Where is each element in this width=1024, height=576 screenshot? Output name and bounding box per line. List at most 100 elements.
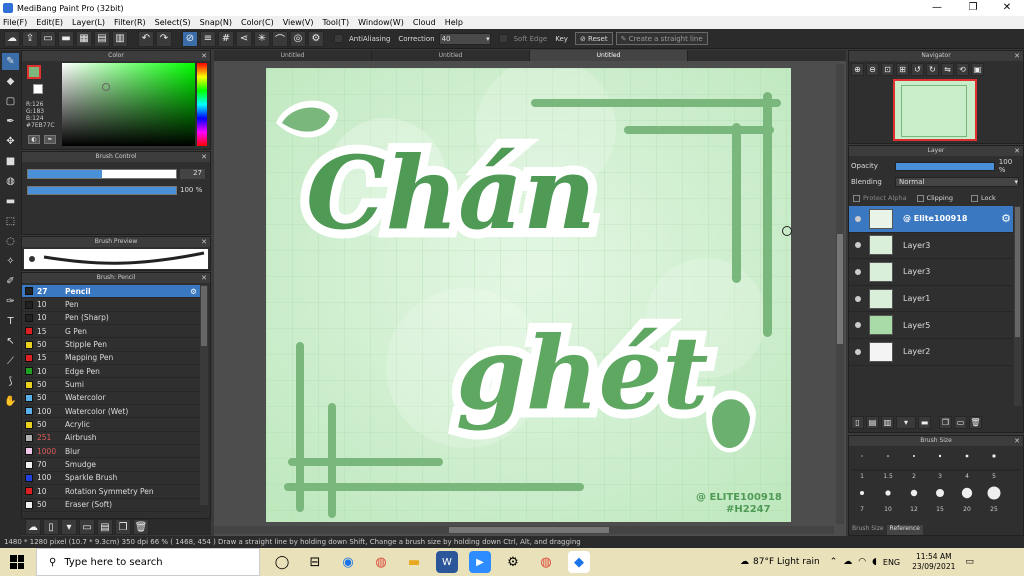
- brush-size-value[interactable]: 27: [180, 169, 205, 179]
- menu-color[interactable]: Color(C): [241, 18, 274, 27]
- rotate-left-icon[interactable]: ↺: [911, 63, 924, 76]
- add-brush-icon[interactable]: ▯: [43, 519, 59, 535]
- add-layer-icon[interactable]: ▯: [851, 415, 864, 429]
- clock[interactable]: 11:54 AM 23/09/2021: [912, 552, 955, 572]
- menu-view[interactable]: View(V): [283, 18, 314, 27]
- lasso-tool-icon[interactable]: ◌: [2, 233, 19, 250]
- eye-icon[interactable]: [855, 215, 861, 222]
- operation-tool-icon[interactable]: ↖: [2, 333, 19, 350]
- medibang-icon[interactable]: ◆: [568, 551, 590, 573]
- eye-icon[interactable]: [855, 268, 861, 275]
- weather-text[interactable]: 87°F Light rain: [753, 557, 820, 567]
- layer-list-scrollbar[interactable]: [1014, 206, 1021, 406]
- eraser-tool-icon[interactable]: ◆: [2, 73, 19, 90]
- list-item[interactable]: 50 Watercolor: [22, 392, 200, 406]
- trash-icon[interactable]: 🗑: [969, 415, 982, 429]
- volume-icon[interactable]: ◖: [872, 557, 877, 567]
- radial-snap-icon[interactable]: ✳: [254, 30, 270, 47]
- bucket-tool-icon[interactable]: ◍: [2, 173, 19, 190]
- antialiasing-checkbox[interactable]: [334, 34, 343, 43]
- layer-opacity-slider[interactable]: [894, 161, 995, 171]
- list-item[interactable]: 50 Sumi: [22, 378, 200, 392]
- settings-gear-icon[interactable]: ⚙: [308, 30, 324, 47]
- actual-size-icon[interactable]: ⊞: [896, 63, 909, 76]
- hand-tool-icon[interactable]: ✋: [2, 393, 19, 410]
- text-tool-icon[interactable]: T: [2, 313, 19, 330]
- eye-icon[interactable]: [855, 242, 861, 249]
- grid-icon[interactable]: ▦: [76, 30, 92, 47]
- close-icon[interactable]: ✕: [201, 51, 207, 61]
- trash-icon[interactable]: 🗑: [133, 519, 149, 535]
- widgets-icon[interactable]: ⊟: [304, 551, 326, 573]
- divide-tool-icon[interactable]: ⟋: [2, 353, 19, 370]
- straight-line-button[interactable]: ✎ Create a straight line: [615, 32, 708, 45]
- notification-icon[interactable]: ▭: [965, 557, 974, 567]
- menu-window[interactable]: Window(W): [358, 18, 404, 27]
- menu-file[interactable]: File(F): [3, 18, 27, 27]
- table-row[interactable]: Layer1: [849, 286, 1013, 313]
- list-item[interactable]: 100 Sparkle Brush: [22, 472, 200, 486]
- grid-snap-icon[interactable]: #: [218, 30, 234, 47]
- parallel-snap-icon[interactable]: ≡: [200, 30, 216, 47]
- tab-untitled-1[interactable]: Untitled: [214, 50, 372, 61]
- chrome-profile-icon[interactable]: ◍: [535, 551, 557, 573]
- edge-icon[interactable]: ◉: [337, 551, 359, 573]
- task-view-icon[interactable]: ◯: [271, 551, 293, 573]
- list-item[interactable]: 10 Pen (Sharp): [22, 312, 200, 326]
- dot-tool-icon[interactable]: ▢: [2, 93, 19, 110]
- layer-row-elite[interactable]: @ Elite100918 ⚙: [849, 206, 1013, 233]
- select-eraser-icon[interactable]: ✑: [2, 293, 19, 310]
- chevron-up-icon[interactable]: ⌃: [830, 557, 838, 567]
- cloud-icon[interactable]: ☁: [4, 30, 20, 47]
- protect-alpha-checkbox[interactable]: [853, 194, 860, 202]
- page-icon[interactable]: ▤: [94, 30, 110, 47]
- menu-edit[interactable]: Edit(E): [36, 18, 63, 27]
- speech-icon[interactable]: ▬: [58, 30, 74, 47]
- windows-start-icon[interactable]: [10, 555, 24, 569]
- soft-edge-checkbox[interactable]: [498, 34, 508, 43]
- primary-color-swatch[interactable]: [27, 65, 41, 79]
- canvas-horizontal-scrollbar[interactable]: [214, 526, 834, 534]
- eyedropper-small-icon[interactable]: ✒: [44, 135, 56, 144]
- list-item[interactable]: 10 Edge Pen: [22, 365, 200, 379]
- list-item[interactable]: 15 G Pen: [22, 325, 200, 339]
- tab-reference[interactable]: Reference: [886, 525, 923, 535]
- brush-item-pencil[interactable]: 27 Pencil ⚙: [22, 285, 200, 299]
- flip-icon[interactable]: ⇋: [941, 63, 954, 76]
- table-row[interactable]: Layer3: [849, 233, 1013, 260]
- undo-icon[interactable]: ↶: [138, 30, 154, 47]
- lock-checkbox[interactable]: [971, 194, 978, 202]
- eyedropper-icon[interactable]: ⟆: [2, 373, 19, 390]
- brush-size-slider[interactable]: [27, 169, 177, 179]
- layer-menu-icon[interactable]: ▾: [896, 415, 916, 429]
- select-tool-icon[interactable]: ⬚: [2, 213, 19, 230]
- brush-opacity-slider[interactable]: [27, 186, 177, 195]
- upload-icon[interactable]: ⇪: [22, 30, 38, 47]
- list-item[interactable]: 70 Smudge: [22, 458, 200, 472]
- menu-layer[interactable]: Layer(L): [72, 18, 105, 27]
- hue-slider[interactable]: [197, 63, 207, 146]
- duplicate-layer-icon[interactable]: ❐: [939, 415, 952, 429]
- menu-filter[interactable]: Filter(R): [114, 18, 146, 27]
- chrome-icon[interactable]: ◍: [370, 551, 392, 573]
- reset-button[interactable]: ⊘ Reset: [574, 32, 613, 45]
- brush-tool-icon[interactable]: ✎: [2, 53, 19, 70]
- color-picker-cursor[interactable]: [102, 83, 110, 91]
- list-item[interactable]: 1000 Blur: [22, 445, 200, 459]
- brush-size-row-2[interactable]: [860, 486, 1001, 500]
- lock-view-icon[interactable]: ▣: [971, 63, 984, 76]
- menu-select[interactable]: Select(S): [155, 18, 191, 27]
- gradient-tool-icon[interactable]: ▬: [2, 193, 19, 210]
- gear-icon[interactable]: ⚙: [1001, 212, 1011, 225]
- rotate-right-icon[interactable]: ↻: [926, 63, 939, 76]
- close-icon[interactable]: ✕: [201, 152, 207, 162]
- blending-select[interactable]: Normal ▾: [895, 177, 1019, 187]
- zoom-out-icon[interactable]: ⊖: [866, 63, 879, 76]
- menu-help[interactable]: Help: [445, 18, 463, 27]
- circle-snap-icon[interactable]: ◎: [290, 30, 306, 47]
- list-item[interactable]: 15 Mapping Pen: [22, 352, 200, 366]
- tab-untitled-3[interactable]: Untitled: [530, 50, 688, 61]
- folder-icon[interactable]: ▬: [918, 415, 931, 429]
- correction-select[interactable]: 40 ▾: [438, 32, 491, 45]
- list-item[interactable]: 10 Pen: [22, 298, 200, 312]
